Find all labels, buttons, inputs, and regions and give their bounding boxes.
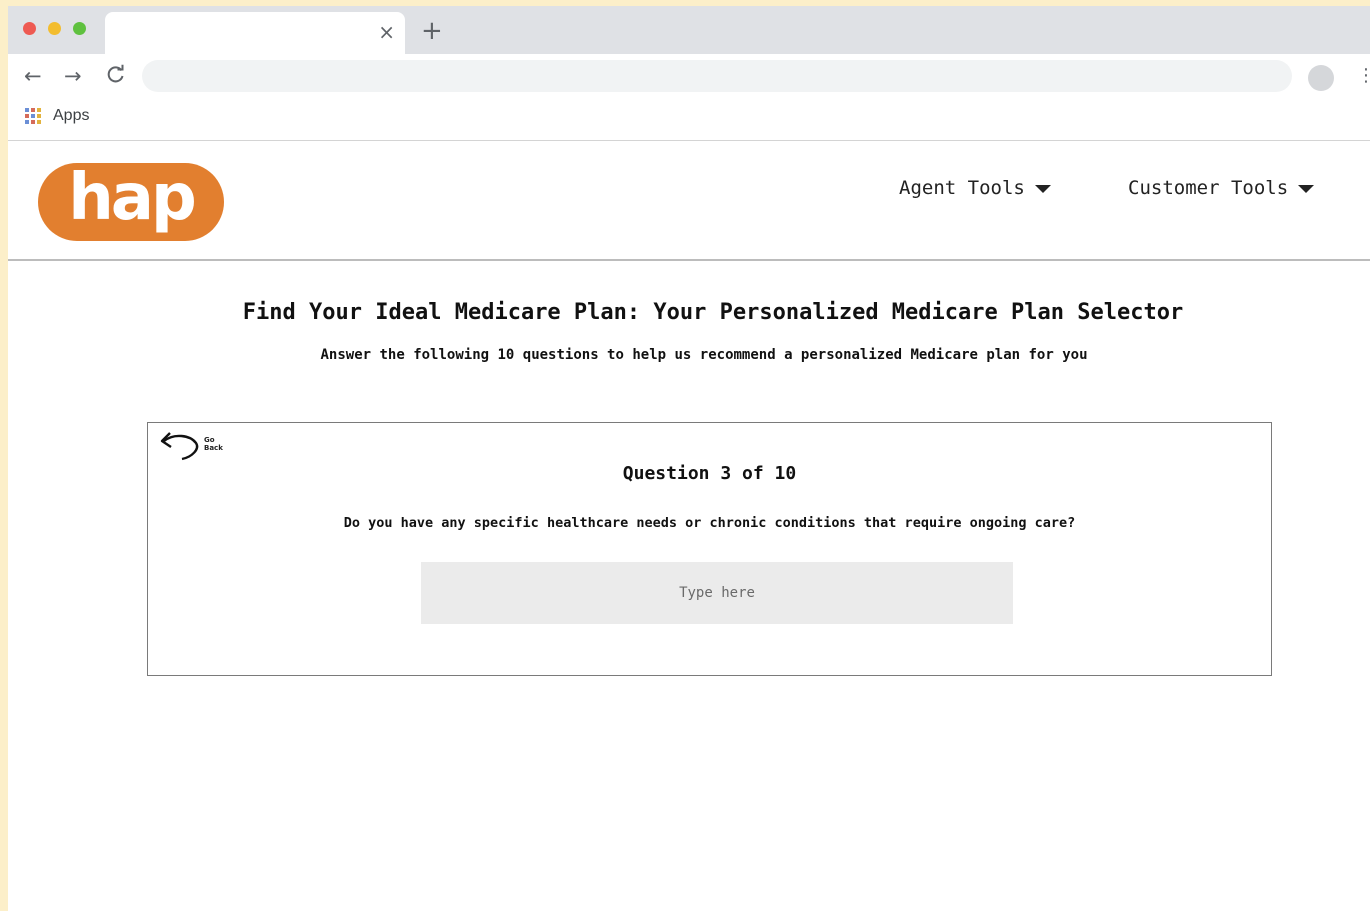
forward-icon[interactable]: → bbox=[64, 64, 82, 88]
browser-toolbar: ← → ⋮ bbox=[8, 54, 1370, 100]
question-progress: Question 3 of 10 bbox=[622, 463, 797, 484]
close-window-button[interactable] bbox=[23, 22, 36, 35]
browser-window: × + ← → ⋮ Apps hap Agent Tools Customer … bbox=[8, 6, 1370, 911]
caret-down-icon bbox=[1298, 184, 1315, 193]
profile-avatar[interactable] bbox=[1308, 65, 1334, 91]
answer-input[interactable] bbox=[421, 562, 1013, 624]
browser-menu-icon[interactable]: ⋮ bbox=[1357, 66, 1370, 86]
page-subtitle: Answer the following 10 questions to hel… bbox=[320, 347, 1088, 363]
agent-tools-menu[interactable]: Agent Tools bbox=[899, 177, 1051, 199]
curved-back-arrow-icon bbox=[160, 432, 199, 461]
go-back-button[interactable]: Go Back bbox=[158, 429, 228, 463]
hap-logo[interactable]: hap bbox=[38, 163, 224, 241]
customer-tools-label: Customer Tools bbox=[1128, 177, 1289, 199]
site-header: hap Agent Tools Customer Tools bbox=[8, 141, 1370, 261]
go-back-label: Go Back bbox=[204, 436, 223, 452]
address-bar[interactable] bbox=[142, 60, 1292, 92]
apps-bookmark[interactable]: Apps bbox=[53, 107, 89, 125]
agent-tools-label: Agent Tools bbox=[899, 177, 1025, 199]
new-tab-button[interactable]: + bbox=[421, 18, 443, 44]
browser-tab[interactable]: × bbox=[105, 12, 405, 54]
close-tab-icon[interactable]: × bbox=[378, 22, 395, 42]
tab-strip: × + bbox=[8, 6, 1370, 54]
minimize-window-button[interactable] bbox=[48, 22, 61, 35]
bookmarks-bar: Apps bbox=[8, 100, 1370, 141]
caret-down-icon bbox=[1034, 184, 1051, 193]
question-text: Do you have any specific healthcare need… bbox=[343, 515, 1076, 531]
apps-grid-icon[interactable] bbox=[25, 108, 41, 124]
maximize-window-button[interactable] bbox=[73, 22, 86, 35]
reload-icon[interactable] bbox=[106, 64, 126, 89]
logo-text: hap bbox=[68, 161, 197, 235]
question-card: Go Back Question 3 of 10 Do you have any… bbox=[147, 422, 1272, 676]
page-title: Find Your Ideal Medicare Plan: Your Pers… bbox=[242, 300, 1184, 325]
customer-tools-menu[interactable]: Customer Tools bbox=[1128, 177, 1315, 199]
back-icon[interactable]: ← bbox=[24, 64, 42, 88]
